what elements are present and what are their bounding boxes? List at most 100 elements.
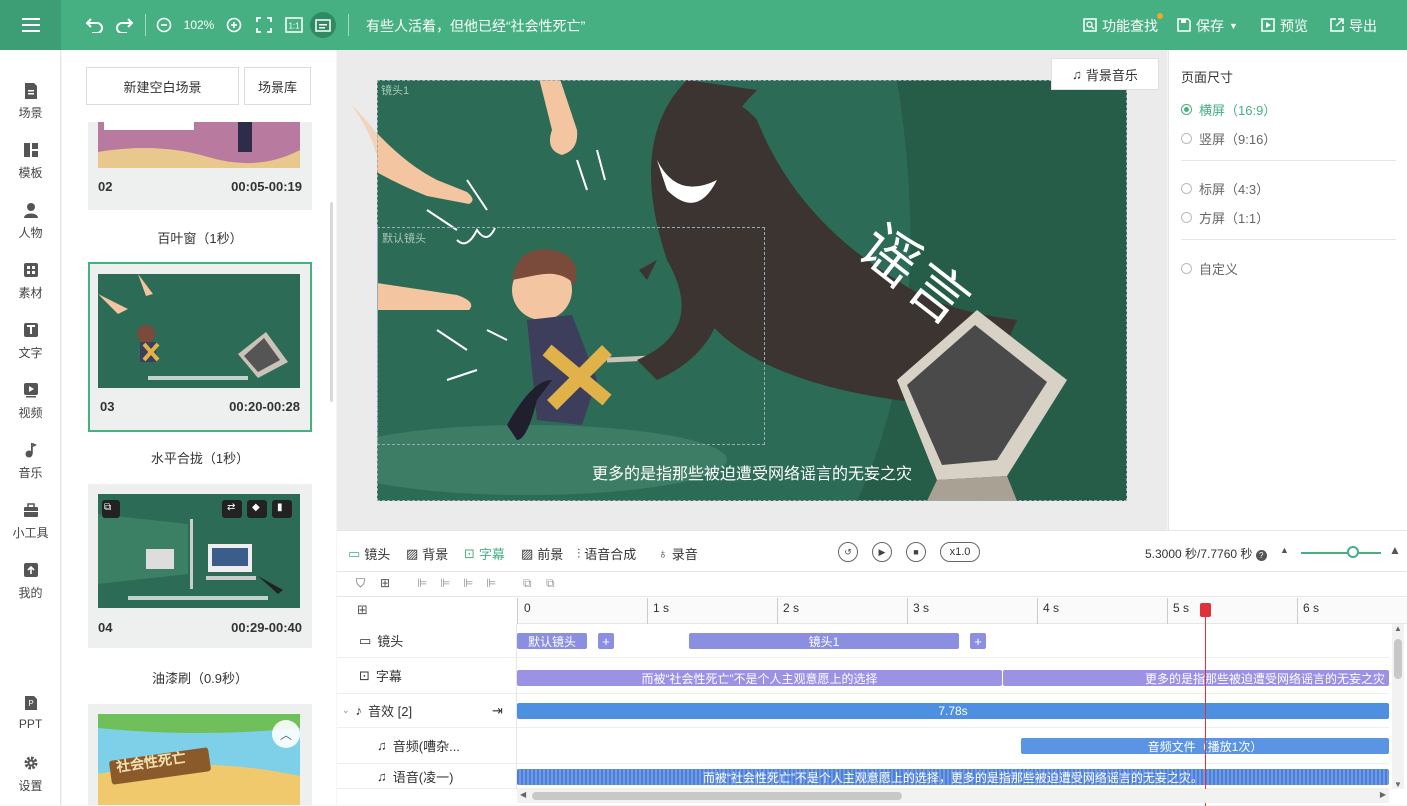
scene-panel-scrollbar[interactable]	[330, 202, 333, 402]
nav-ppt[interactable]: P PPT	[0, 695, 61, 745]
save-button[interactable]: 保存 ▼	[1177, 16, 1238, 36]
subtitle-toggle-icon[interactable]	[310, 12, 336, 38]
link-icon[interactable]: ⧉	[546, 576, 555, 591]
size-option-standard[interactable]: 标屏（4:3）	[1181, 179, 1269, 198]
scene-card-05[interactable]: 社会性死亡 ︿	[88, 704, 312, 805]
feature-search-button[interactable]: 功能查找	[1083, 16, 1158, 36]
clip-sfx[interactable]: 7.78s	[517, 703, 1389, 719]
time-ruler[interactable]: 0 1 s 2 s 3 s 4 s 5 s 6 s	[517, 598, 1407, 624]
zoom-in-icon[interactable]	[225, 13, 243, 37]
nav-toolbox[interactable]: 小工具	[0, 502, 61, 552]
distribute-icon[interactable]: ⊫	[486, 576, 496, 590]
undo-icon[interactable]	[84, 13, 106, 37]
timeline-zoom-slider[interactable]	[1301, 552, 1381, 554]
export-button[interactable]: 导出	[1330, 16, 1377, 36]
scroll-top-button[interactable]: ︿	[272, 720, 300, 748]
scroll-up-icon[interactable]: ▲	[1394, 624, 1402, 633]
size-option-portrait[interactable]: 竖屏（9:16）	[1181, 129, 1276, 148]
delete-icon[interactable]: ▮	[277, 502, 283, 513]
actual-size-icon[interactable]: 1:1	[284, 13, 304, 37]
timeline-vertical-scrollbar[interactable]: ▲ ▼	[1392, 624, 1404, 789]
scroll-thumb[interactable]	[532, 792, 902, 800]
zoom-out-icon[interactable]	[155, 13, 173, 37]
swap-icon[interactable]: ⇄	[227, 502, 235, 513]
nav-text[interactable]: 文字	[0, 322, 61, 372]
import-icon[interactable]: ⇥	[492, 703, 503, 719]
nav-mine[interactable]: 我的	[0, 562, 61, 612]
stage-canvas[interactable]: 镜头1 默认镜头 谣言 更多的是指那些被迫遭受网络谣言的无妄之灾	[377, 80, 1127, 501]
menu-icon[interactable]	[0, 0, 61, 50]
clip-subtitle-1[interactable]: 而被“社会性死亡”不是个人主观意愿上的选择	[517, 670, 1002, 686]
add-lens-button[interactable]: +	[970, 633, 986, 649]
clip-voice[interactable]: 而被“社会性死亡”不是个人主观意愿上的选择，更多的是指那些被迫遭受网络谣言的无妄…	[517, 769, 1389, 785]
preview-button[interactable]: 预览	[1261, 16, 1308, 36]
nav-video[interactable]: 视频	[0, 382, 61, 432]
nav-music[interactable]: 音乐	[0, 442, 61, 492]
microphone-icon: ♁	[658, 546, 668, 561]
scene-library-button[interactable]: 场景库	[244, 67, 311, 105]
transition-label[interactable]: 油漆刷（0.9秒）	[88, 668, 312, 687]
stop-icon[interactable]: ■	[906, 542, 926, 562]
align-center-icon[interactable]: ⊫	[440, 576, 450, 590]
project-title[interactable]: 有些人活着，但他已经“社会性死亡”	[366, 16, 585, 36]
zoom-slider-knob[interactable]	[1347, 546, 1359, 558]
zoom-out-mountain-icon[interactable]: ▲	[1280, 545, 1289, 555]
track-label-text: 音频(嘈杂...	[392, 739, 460, 754]
size-option-landscape[interactable]: 横屏（16:9）	[1181, 100, 1276, 119]
scroll-right-icon[interactable]: ▶	[1380, 790, 1386, 799]
tab-background[interactable]: ▨ 背景	[406, 544, 448, 563]
track-sfx[interactable]: ⌄ ♪ 音效 [2] ⇥	[337, 694, 517, 728]
track-audio[interactable]: ♫ 音频(嘈杂...	[337, 728, 517, 764]
timeline-horizontal-scrollbar[interactable]: ◀ ▶	[517, 789, 1389, 803]
speed-button[interactable]: x1.0	[940, 542, 980, 562]
clip-default-lens[interactable]: 默认镜头	[517, 633, 587, 649]
size-option-custom[interactable]: 自定义	[1181, 259, 1238, 278]
default-lens-frame[interactable]	[377, 227, 765, 445]
tab-foreground[interactable]: ▨ 前景	[521, 544, 563, 563]
new-blank-scene-button[interactable]: 新建空白场景	[86, 67, 239, 105]
align-right-icon[interactable]: ⊫	[463, 576, 473, 590]
background-icon: ▨	[406, 545, 419, 561]
clip-subtitle-2[interactable]: 更多的是指那些被迫遭受网络谣言的无妄之灾	[1003, 670, 1389, 686]
scene-card-03[interactable]: 03 00:20-00:28	[88, 262, 312, 432]
background-music-button[interactable]: ♫ 背景音乐	[1051, 58, 1159, 90]
track-voice[interactable]: ♫ 语音(凌一)	[337, 764, 517, 789]
scroll-thumb[interactable]	[1394, 639, 1402, 679]
tab-lens[interactable]: ▭ 镜头	[348, 544, 390, 563]
playhead-line[interactable]	[1205, 608, 1206, 806]
align-left-icon[interactable]: ⊫	[417, 576, 427, 590]
copy-layer-icon[interactable]: ⧉	[523, 576, 532, 591]
chevron-down-icon[interactable]: ⌄	[342, 705, 350, 716]
stage-subtitle[interactable]: 更多的是指那些被迫遭受网络谣言的无妄之灾	[377, 460, 1127, 484]
nav-scene[interactable]: 场景	[0, 82, 61, 132]
replay-icon[interactable]: ↺	[838, 542, 858, 562]
nav-material[interactable]: 素材	[0, 262, 61, 312]
nav-template[interactable]: 模板	[0, 142, 61, 192]
tab-record[interactable]: ♁ 录音	[658, 544, 698, 563]
group-icon[interactable]: ⊞	[380, 576, 390, 590]
transition-label[interactable]: 水平合拢（1秒）	[88, 448, 312, 467]
help-icon[interactable]: ?	[1255, 550, 1267, 561]
clip-lens1[interactable]: 镜头1	[689, 633, 959, 649]
tab-tts[interactable]: ⫶ 语音合成	[577, 544, 636, 563]
track-lens[interactable]: ▭ 镜头	[337, 624, 517, 658]
nav-settings[interactable]: 设置	[0, 755, 61, 805]
zoom-in-mountain-icon[interactable]: ▲	[1389, 543, 1401, 557]
filter-icon[interactable]: ⛉	[356, 576, 365, 591]
tab-subtitle[interactable]: ⊡ 字幕	[464, 544, 505, 563]
scene-card-02[interactable]: 02 00:05-00:19	[88, 122, 312, 210]
fullscreen-icon[interactable]	[254, 13, 274, 37]
nav-person[interactable]: 人物	[0, 202, 61, 252]
scene-card-04[interactable]: ⧉ ⇄ ◆ ▮ 04 00:29-00:40	[88, 484, 312, 648]
layout-grid-icon[interactable]: ⊞	[357, 602, 368, 618]
track-subtitle[interactable]: ⊡ 字幕	[337, 658, 517, 694]
scroll-down-icon[interactable]: ▼	[1394, 780, 1402, 789]
add-lens-button[interactable]: +	[598, 633, 614, 649]
play-icon[interactable]: ▶	[872, 542, 892, 562]
eraser-icon[interactable]: ◆	[252, 502, 260, 513]
transition-label[interactable]: 百叶窗（1秒）	[88, 228, 312, 247]
copy-icon[interactable]: ⧉	[104, 502, 111, 513]
redo-icon[interactable]	[113, 13, 135, 37]
size-option-square[interactable]: 方屏（1:1）	[1181, 208, 1269, 227]
scroll-left-icon[interactable]: ◀	[520, 790, 526, 799]
